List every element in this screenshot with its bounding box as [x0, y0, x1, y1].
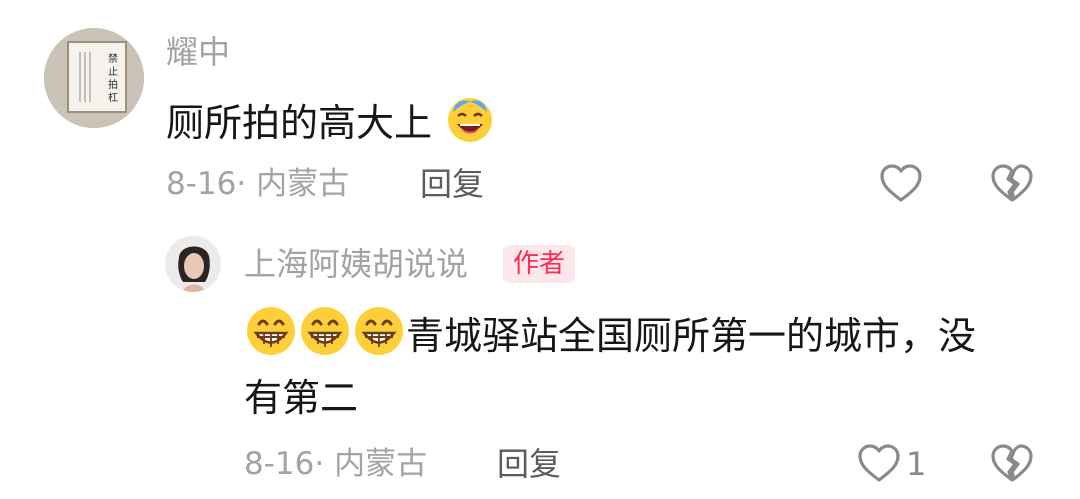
- comment-text-content: 厕所拍的高大上: [166, 101, 433, 145]
- broken-heart-icon: [991, 444, 1033, 482]
- avatar-text-4: 杠: [108, 91, 118, 104]
- comment-text: 厕所拍的高大上: [166, 92, 496, 159]
- author-badge: 作者: [503, 245, 576, 283]
- comment-meta: 8-16· 内蒙古: [166, 166, 350, 202]
- grinning-face-emoji-icon: [352, 304, 406, 373]
- reply-text-line1: 青城驿站全国厕所第一的城市，没: [244, 304, 976, 373]
- avatar-text-1: 禁: [108, 53, 118, 65]
- comment-username[interactable]: 耀中: [166, 32, 230, 72]
- reply-meta: 8-16· 内蒙古: [244, 446, 428, 482]
- reply-text-line2: 有第二: [244, 376, 359, 420]
- reply-reply-button[interactable]: 回复: [497, 444, 561, 484]
- broken-heart-icon: [991, 164, 1033, 202]
- dislike-button[interactable]: [988, 160, 1036, 208]
- like-button[interactable]: [877, 160, 925, 208]
- reply-username[interactable]: 上海阿姨胡说说: [244, 244, 468, 284]
- comment-thread: 禁 止 拍 杠 耀中 厕所拍的高大上 8-16· 内蒙古 回复 上海阿姨胡说说 …: [0, 0, 1080, 499]
- reply-like-count: 1: [906, 445, 927, 483]
- avatar-text-2: 止: [108, 66, 118, 78]
- reply-avatar-image: [165, 236, 221, 292]
- heart-icon: [858, 444, 900, 482]
- reply-button[interactable]: 回复: [420, 164, 484, 204]
- grinning-face-emoji-icon: [244, 304, 298, 373]
- heart-icon: [880, 164, 922, 202]
- grinning-face-emoji-icon: [298, 304, 352, 373]
- laughing-tears-emoji-icon: [444, 92, 496, 159]
- reply-like-button[interactable]: [855, 440, 903, 488]
- reply-dislike-button[interactable]: [988, 440, 1036, 488]
- avatar-image: 禁 止 拍 杠: [44, 28, 144, 128]
- avatar-text-3: 拍: [108, 78, 118, 91]
- reply-avatar[interactable]: [165, 236, 221, 292]
- reply-text-content-line1: 青城驿站全国厕所第一的城市，没: [406, 314, 977, 358]
- avatar[interactable]: 禁 止 拍 杠: [44, 28, 144, 128]
